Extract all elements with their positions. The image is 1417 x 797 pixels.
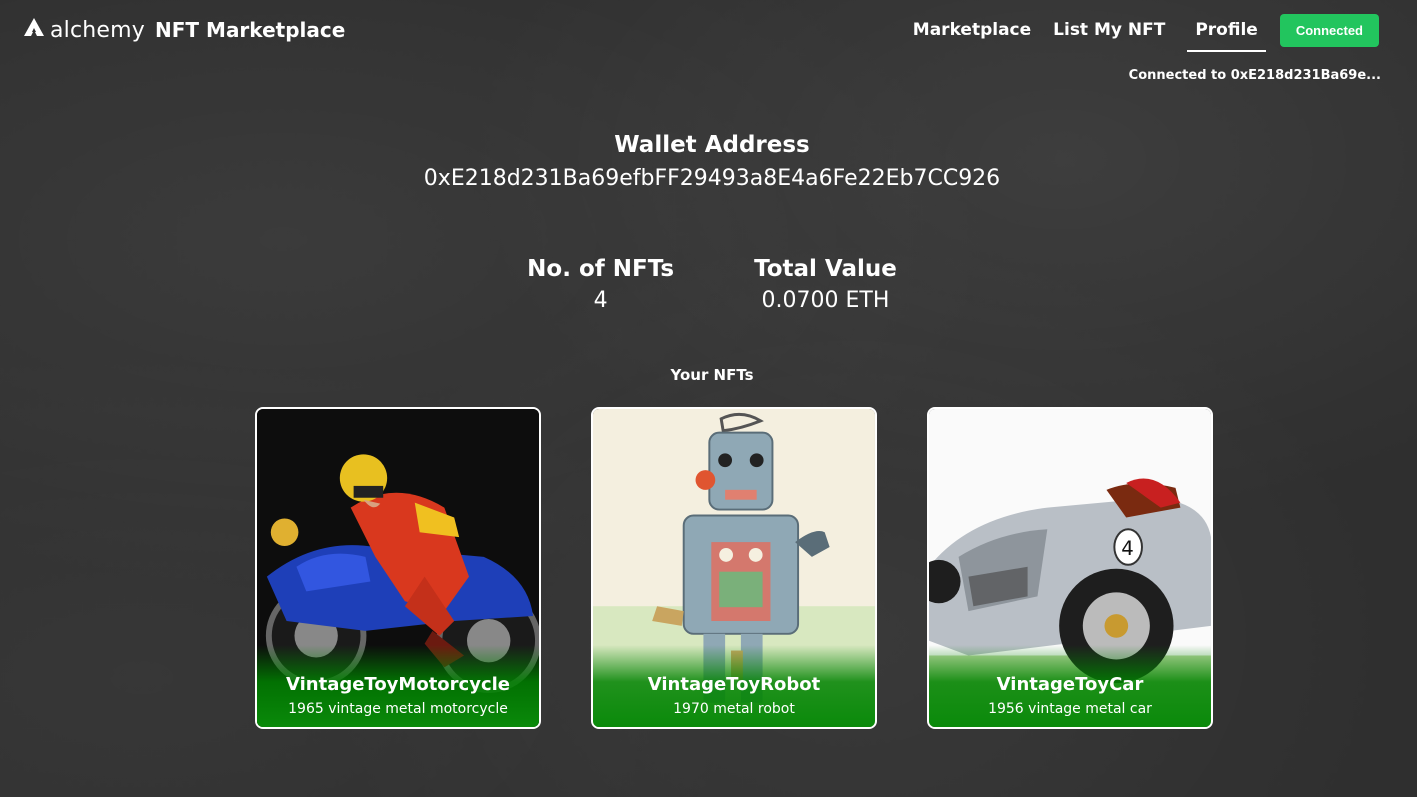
total-value-label: Total Value — [754, 256, 897, 282]
logo[interactable]: alchemy NFT Marketplace — [22, 16, 345, 44]
connection-status: Connected to 0xE218d231Ba69e... — [1128, 68, 1381, 83]
brand-name: alchemy — [50, 17, 146, 43]
nav-marketplace[interactable]: Marketplace — [913, 12, 1031, 48]
top-nav: Marketplace List My NFT Profile Connecte… — [891, 12, 1379, 52]
nft-description: 1970 metal robot — [673, 701, 795, 717]
nft-name: VintageToyCar — [996, 674, 1144, 695]
nav-list-my-nft[interactable]: List My NFT — [1053, 12, 1165, 48]
site-title: NFT Marketplace — [155, 18, 346, 42]
nft-count-stat: No. of NFTs 4 — [527, 256, 674, 313]
nft-description: 1956 vintage metal car — [988, 701, 1152, 717]
alchemy-logo-icon — [22, 16, 46, 44]
nft-count-value: 4 — [593, 288, 608, 313]
total-value-stat: Total Value 0.0700 ETH — [754, 256, 897, 313]
nav-profile[interactable]: Profile — [1187, 12, 1267, 52]
nft-name: VintageToyMotorcycle — [285, 674, 510, 695]
nft-name: VintageToyRobot — [647, 674, 821, 695]
nft-count-label: No. of NFTs — [527, 256, 675, 282]
profile-stats: No. of NFTs 4 Total Value 0.0700 ETH — [0, 256, 1417, 313]
nft-card[interactable]: VintageToyMotorcycle 1965 vintage metal … — [255, 407, 541, 729]
nft-card[interactable]: 4 VintageToyCar 1956 vintage metal car — [927, 407, 1213, 729]
connect-wallet-button[interactable]: Connected — [1279, 13, 1379, 47]
wallet-address-label: Wallet Address — [614, 132, 810, 158]
nft-description: 1965 vintage metal motorcycle — [288, 701, 508, 717]
your-nfts-heading: Your NFTs — [670, 366, 754, 384]
nft-card[interactable]: VintageToyRobot 1970 metal robot — [591, 407, 877, 729]
svg-text:4: 4 — [1121, 537, 1134, 560]
total-value-value: 0.0700 ETH — [761, 288, 890, 313]
wallet-address-value: 0xE218d231Ba69efbFF29493a8E4a6Fe22Eb7CC9… — [423, 166, 1001, 191]
nft-grid: VintageToyMotorcycle 1965 vintage metal … — [255, 407, 1213, 729]
